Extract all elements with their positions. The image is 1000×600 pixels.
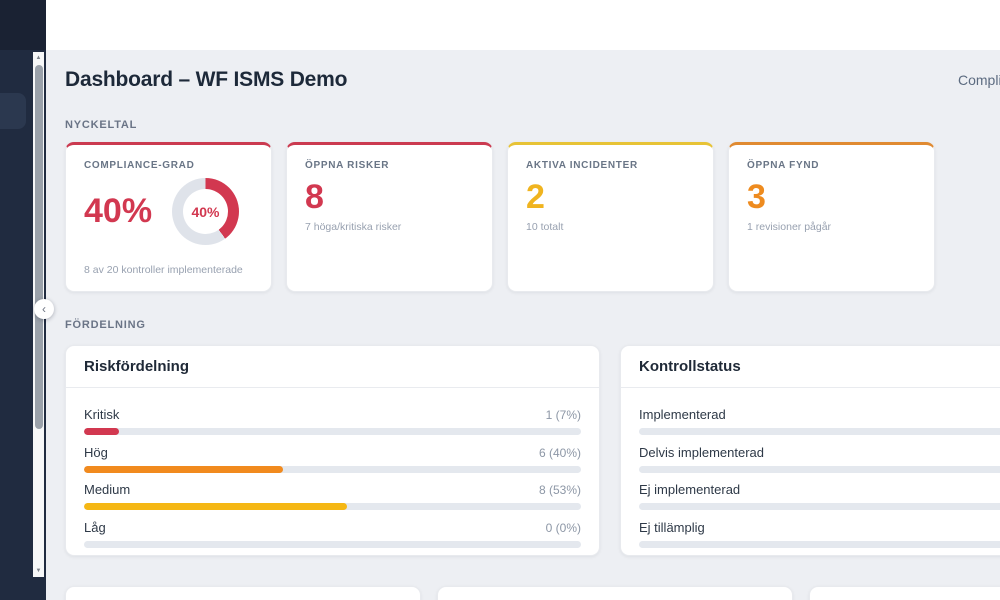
- page-header: Dashboard – WF ISMS Demo Compli: [65, 68, 1000, 96]
- kpi-card-label: COMPLIANCE-GRAD: [84, 160, 253, 171]
- distribution-grid: Riskfördelning Kritisk 1 (7%): [65, 345, 1000, 556]
- kpi-grid: COMPLIANCE-GRAD 40% 40% 8 av 20 kontroll…: [65, 142, 1000, 292]
- risk-bar-fill: [84, 466, 283, 473]
- kpi-card-active-incidents: AKTIVA INCIDENTER 2 10 totalt: [507, 142, 714, 292]
- sidebar-item-active[interactable]: [0, 93, 26, 129]
- control-row: Delvis implementerad: [639, 445, 1000, 473]
- card-title: Riskfördelning: [66, 346, 599, 388]
- donut-center-value: 40%: [172, 178, 239, 245]
- kpi-card-value: 40%: [84, 192, 152, 231]
- risk-row-value: 0 (0%): [546, 521, 581, 535]
- card-title: Kontrollstatus: [621, 346, 1000, 388]
- control-row-label: Implementerad: [639, 407, 726, 422]
- kpi-card-subtext: 1 revisioner pågår: [747, 221, 916, 233]
- card-stub: [437, 586, 793, 600]
- risk-row-value: 1 (7%): [546, 408, 581, 422]
- risk-row-label: Kritisk: [84, 407, 119, 422]
- control-bar-track: [639, 541, 1000, 548]
- kpi-card-value: 3: [747, 178, 766, 217]
- risk-row: Hög 6 (40%): [84, 445, 581, 473]
- control-row-label: Delvis implementerad: [639, 445, 764, 460]
- risk-row: Kritisk 1 (7%): [84, 407, 581, 435]
- risk-bar-track: [84, 541, 581, 548]
- scrollbar-thumb[interactable]: [35, 65, 43, 429]
- risk-bar-track: [84, 503, 581, 510]
- control-row: Implementerad: [639, 407, 1000, 435]
- section-label-nyckeltal: NYCKELTAL: [65, 119, 1000, 131]
- section-label-fordelning: FÖRDELNING: [65, 319, 1000, 331]
- kpi-card-value: 8: [305, 178, 324, 217]
- bottom-card-row: [65, 586, 1000, 600]
- risk-row: Medium 8 (53%): [84, 482, 581, 510]
- top-bar: [46, 0, 1000, 50]
- chevron-left-icon: ‹: [42, 302, 46, 316]
- kpi-card-label: AKTIVA INCIDENTER: [526, 160, 695, 171]
- card-stub: [65, 586, 421, 600]
- risk-bar-fill: [84, 503, 347, 510]
- control-bar-track: [639, 466, 1000, 473]
- risk-bar-track: [84, 466, 581, 473]
- kpi-card-subtext: 8 av 20 kontroller implementerade: [84, 264, 265, 276]
- kpi-card-compliance: COMPLIANCE-GRAD 40% 40% 8 av 20 kontroll…: [65, 142, 272, 292]
- risk-distribution-card: Riskfördelning Kritisk 1 (7%): [65, 345, 600, 556]
- kpi-card-open-findings: ÖPPNA FYND 3 1 revisioner pågår: [728, 142, 935, 292]
- sidebar-collapse-button[interactable]: ‹: [34, 299, 54, 319]
- page-title: Dashboard – WF ISMS Demo: [65, 68, 1000, 92]
- risk-row-label: Hög: [84, 445, 108, 460]
- compliance-donut-chart: 40%: [172, 178, 239, 245]
- main-content: Dashboard – WF ISMS Demo Compli NYCKELTA…: [46, 50, 1000, 600]
- control-row-label: Ej tillämplig: [639, 520, 705, 535]
- risk-row-label: Låg: [84, 520, 106, 535]
- scroll-down-icon[interactable]: ▼: [36, 568, 42, 574]
- app-window: ▲ ▼ ‹ Dashboard – WF ISMS Demo Compli NY…: [0, 0, 1000, 600]
- risk-bar-fill: [84, 428, 119, 435]
- control-bar-track: [639, 503, 1000, 510]
- kpi-card-open-risks: ÖPPNA RISKER 8 7 höga/kritiska risker: [286, 142, 493, 292]
- risk-row-label: Medium: [84, 482, 130, 497]
- header-right-link[interactable]: Compli: [958, 72, 1000, 88]
- kpi-card-subtext: 10 totalt: [526, 221, 695, 233]
- kpi-card-subtext: 7 höga/kritiska risker: [305, 221, 474, 233]
- risk-row-value: 6 (40%): [539, 446, 581, 460]
- risk-row-value: 8 (53%): [539, 483, 581, 497]
- kpi-card-label: ÖPPNA RISKER: [305, 160, 474, 171]
- scroll-up-icon[interactable]: ▲: [36, 55, 42, 61]
- risk-row: Låg 0 (0%): [84, 520, 581, 548]
- card-stub: [809, 586, 1000, 600]
- sidebar-header-block: [0, 0, 46, 50]
- control-row: Ej implementerad: [639, 482, 1000, 510]
- kpi-card-value: 2: [526, 178, 545, 217]
- control-row-label: Ej implementerad: [639, 482, 740, 497]
- risk-bar-track: [84, 428, 581, 435]
- control-status-card: Kontrollstatus Implementerad Delvis impl…: [620, 345, 1000, 556]
- control-bar-track: [639, 428, 1000, 435]
- control-row: Ej tillämplig: [639, 520, 1000, 548]
- kpi-card-label: ÖPPNA FYND: [747, 160, 916, 171]
